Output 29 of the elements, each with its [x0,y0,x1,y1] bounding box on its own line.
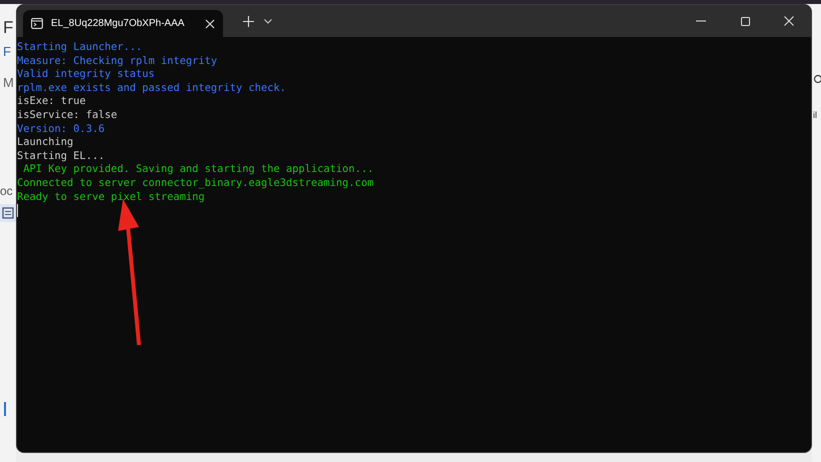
terminal-icon [31,18,43,29]
console-line: API Key provided. Saving and starting the application... [22,163,375,177]
terminal-tab[interactable]: EL_8Uq228Mgu7ObXPh-AAA [23,10,223,37]
background-app-text: F [3,18,14,38]
close-icon [205,18,215,28]
console-line: Connected to server connector_binary.eagle3dstreaming.com [17,176,375,191]
background-app-text: oc [0,184,13,198]
background-app-text: il [813,110,818,120]
plus-icon [242,16,254,26]
console-line: Version: 0.3.6 [17,122,106,136]
close-tab-button[interactable] [205,18,215,28]
maximize-icon [740,16,750,26]
text-cursor [17,204,18,218]
console-line: Measure: Checking rplm integrity [17,54,218,68]
search-icon [812,74,821,86]
console-line: Starting EL... [17,150,106,164]
close-icon [784,16,794,26]
background-app-text: F [3,44,11,59]
caret-icon [264,18,272,24]
minimize-icon [696,20,706,22]
background-app-text: M [3,75,14,90]
console-line: Starting Launcher... [17,41,144,55]
console-line: rplm.exe exists and passed integrity check. [17,82,287,96]
console-line: Valid integrity status [17,68,156,82]
console-line: isService: false [17,108,118,123]
console-line: Ready to serve pixel streaming [17,190,206,204]
console-line: Launching [17,136,74,150]
console-line: isExe: true [17,95,87,109]
list-icon [0,204,16,222]
